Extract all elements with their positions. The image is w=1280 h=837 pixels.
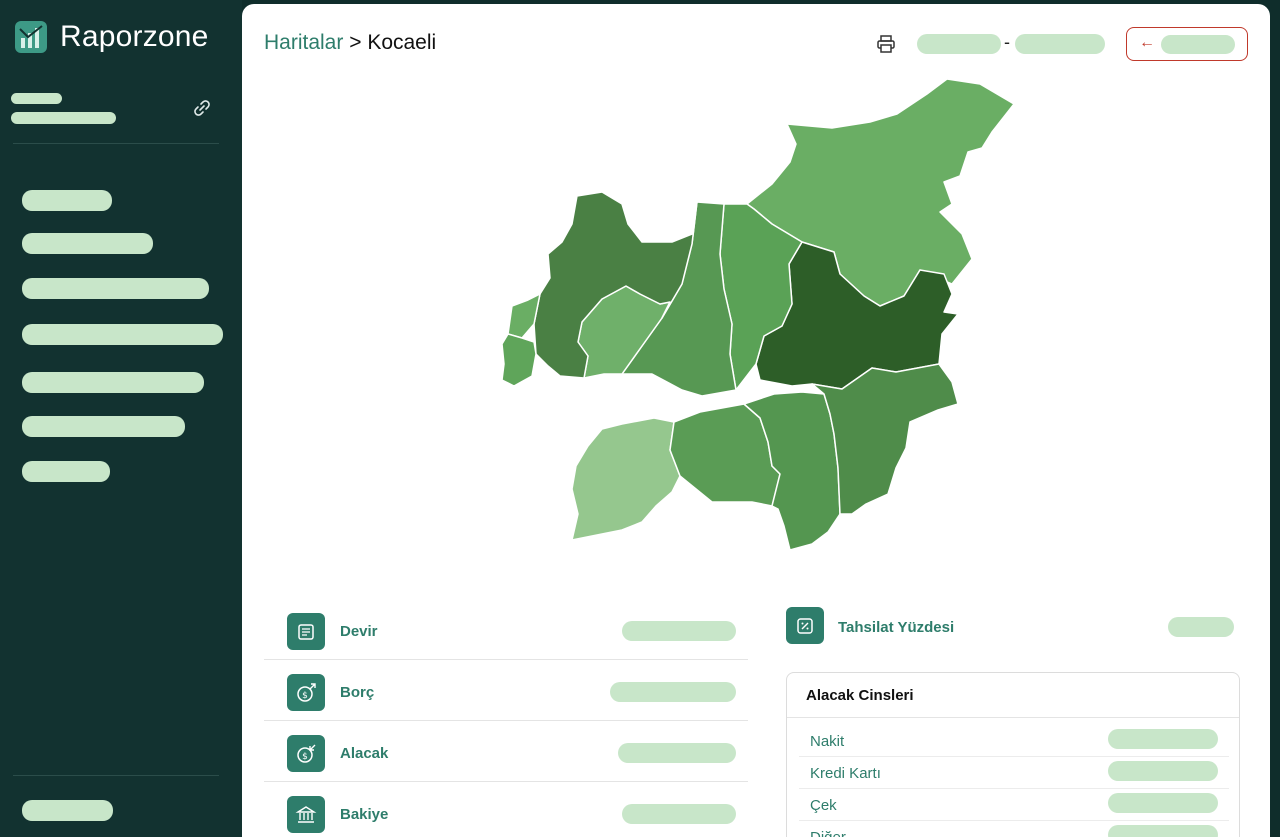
link-icon[interactable] — [192, 98, 212, 118]
alacak-value-placeholder — [1108, 729, 1218, 749]
user-name-placeholder — [11, 93, 62, 104]
stat-label: Bakiye — [340, 806, 389, 823]
breadcrumb: Haritalar > Kocaeli — [264, 31, 436, 55]
breadcrumb-separator: > — [349, 31, 362, 54]
stat-value-placeholder — [622, 621, 736, 641]
stat-label: Borç — [340, 684, 375, 701]
arrow-left-icon: ← — [1139, 34, 1155, 51]
alacak-value-placeholder — [1108, 825, 1218, 837]
alacak-cinsleri-title: Alacak Cinsleri — [806, 687, 914, 704]
nav-item-4[interactable] — [22, 324, 223, 345]
back-button-label — [1161, 35, 1235, 54]
nav-item-3[interactable] — [22, 278, 209, 299]
nav-item-1[interactable] — [22, 190, 112, 211]
stat-row-alacak: $ Alacak — [264, 721, 748, 782]
date-separator: - — [1004, 32, 1010, 52]
nav-item-5[interactable] — [22, 372, 204, 393]
nav-item-2[interactable] — [22, 233, 153, 254]
user-company-placeholder — [11, 112, 116, 124]
alacak-row-label: Diğer — [810, 829, 846, 837]
date-end[interactable] — [1015, 34, 1105, 54]
district-karamursel[interactable] — [571, 417, 681, 541]
bank-icon — [287, 796, 325, 833]
tahsilat-value-placeholder — [1168, 617, 1234, 637]
stat-value-placeholder — [622, 804, 736, 824]
stat-value-placeholder — [618, 743, 736, 763]
alacak-cinsleri-card: Alacak Cinsleri Nakit Kredi Kartı Çek Di… — [786, 672, 1240, 837]
district-cayirova[interactable] — [501, 333, 537, 387]
ledger-icon — [287, 613, 325, 650]
app-logo[interactable]: Raporzone — [14, 20, 209, 54]
printer-icon[interactable] — [876, 34, 896, 54]
sidebar-divider — [13, 775, 219, 776]
nav-item-7[interactable] — [22, 461, 110, 482]
card-divider — [787, 717, 1239, 718]
svg-text:$: $ — [302, 752, 308, 762]
svg-text:$: $ — [302, 691, 308, 701]
sidebar: Raporzone — [0, 0, 242, 837]
stat-value-placeholder — [610, 682, 736, 702]
percent-icon — [786, 607, 824, 644]
stat-label: Devir — [340, 623, 378, 640]
alacak-row-label: Nakit — [810, 733, 845, 750]
breadcrumb-parent[interactable]: Haritalar — [264, 31, 343, 54]
bar-chart-icon — [15, 21, 47, 53]
alacak-row-label: Kredi Kartı — [810, 765, 881, 782]
alacak-value-placeholder — [1108, 761, 1218, 781]
date-start[interactable] — [917, 34, 1001, 54]
tahsilat-row: Tahsilat Yüzdesi — [786, 607, 1236, 647]
stat-row-devir: Devir — [264, 599, 748, 660]
stat-row-borc: $ Borç — [264, 660, 748, 721]
alacak-row-cek: Çek — [799, 789, 1229, 821]
alacak-value-placeholder — [1108, 793, 1218, 813]
breadcrumb-current: Kocaeli — [367, 31, 437, 54]
back-button[interactable]: ← — [1126, 27, 1248, 61]
stat-label: Alacak — [340, 745, 389, 762]
kocaeli-district-map — [501, 78, 1015, 551]
main-content: Haritalar > Kocaeli - ← Devir $ Borç $ A… — [242, 4, 1270, 837]
dollar-out-icon: $ — [287, 674, 325, 711]
dollar-in-icon: $ — [287, 735, 325, 772]
nav-item-footer[interactable] — [22, 800, 113, 821]
app-name: Raporzone — [60, 20, 209, 53]
sidebar-divider — [13, 143, 219, 144]
tahsilat-label: Tahsilat Yüzdesi — [838, 619, 955, 636]
nav-item-6[interactable] — [22, 416, 185, 437]
alacak-row-nakit: Nakit — [799, 725, 1229, 757]
alacak-row-diger: Diğer — [799, 821, 1229, 837]
alacak-row-label: Çek — [810, 797, 837, 814]
alacak-row-kredi-karti: Kredi Kartı — [799, 757, 1229, 789]
stat-row-bakiye: Bakiye — [264, 782, 748, 837]
